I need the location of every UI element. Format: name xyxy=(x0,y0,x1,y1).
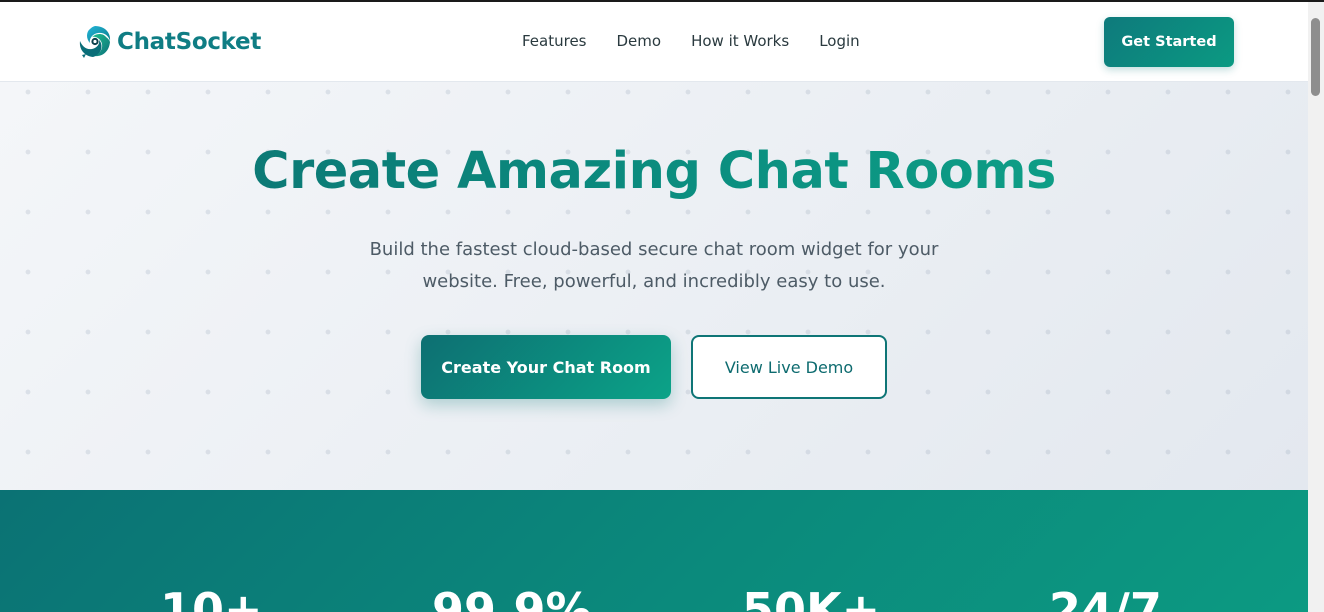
create-chat-room-button[interactable]: Create Your Chat Room xyxy=(421,335,671,399)
nav-link-features[interactable]: Features xyxy=(522,32,587,50)
stat-value-2: 99.9% xyxy=(432,583,592,612)
stat-value-4: 24/7 xyxy=(1049,583,1162,612)
page: ChatSocket Features Demo How it Works Lo… xyxy=(0,2,1308,612)
nav-link-login[interactable]: Login xyxy=(819,32,859,50)
hero-title: Create Amazing Chat Rooms xyxy=(0,142,1308,201)
stat-value-1: 10+ xyxy=(160,583,263,612)
hero-section: Create Amazing Chat Rooms Build the fast… xyxy=(0,82,1308,490)
navbar: ChatSocket Features Demo How it Works Lo… xyxy=(0,2,1308,82)
nav-links: Features Demo How it Works Login xyxy=(522,32,890,50)
nav-link-how-it-works[interactable]: How it Works xyxy=(691,32,789,50)
view-live-demo-button[interactable]: View Live Demo xyxy=(691,335,887,399)
hero-subtitle-line-2: website. Free, powerful, and incredibly … xyxy=(422,271,886,292)
brand-logo-link[interactable]: ChatSocket xyxy=(78,24,261,60)
hero-subtitle: Build the fastest cloud-based secure cha… xyxy=(354,234,954,298)
scrollbar-thumb[interactable] xyxy=(1311,18,1320,96)
swirl-logo-icon xyxy=(79,26,111,58)
nav-link-demo[interactable]: Demo xyxy=(617,32,662,50)
stat-value-3: 50K+ xyxy=(742,583,881,612)
get-started-button[interactable]: Get Started xyxy=(1104,17,1234,67)
page-scrollbar[interactable] xyxy=(1308,2,1324,612)
hero-subtitle-line-1: Build the fastest cloud-based secure cha… xyxy=(369,239,939,260)
brand-name: ChatSocket xyxy=(117,29,262,55)
stats-section: 10+ 99.9% 50K+ 24/7 xyxy=(0,490,1308,612)
